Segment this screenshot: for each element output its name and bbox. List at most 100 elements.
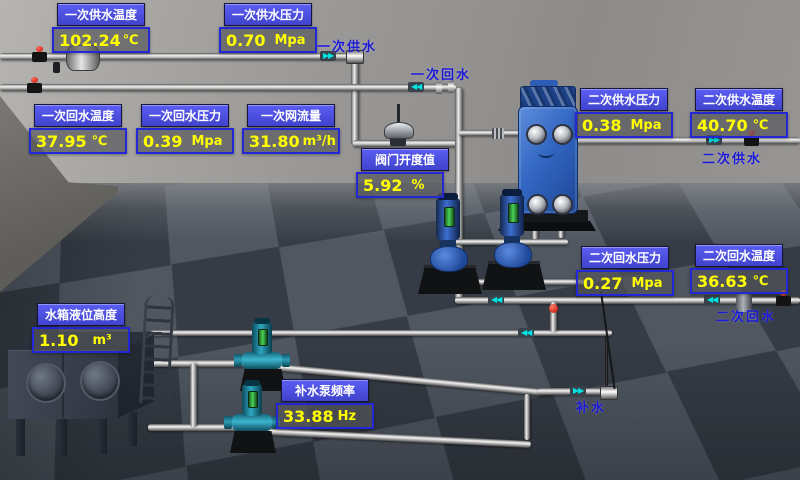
gauge-title: 水箱液位高度 (37, 303, 125, 326)
pump-status-window (508, 203, 519, 223)
hx-mouth-mark (538, 148, 554, 158)
flow-glyph: ◀◀ (491, 296, 501, 304)
gauge-unit: Mpa (274, 33, 305, 48)
gauge-title: 一次供水压力 (224, 3, 312, 26)
pipe-control-valve-run (353, 140, 461, 147)
flow-arrow-left-icon: ◀◀ (488, 295, 504, 305)
tank-leg (128, 412, 137, 446)
pump-status-window (258, 329, 268, 346)
gauge-value: 33.88Hz (276, 403, 374, 429)
gauge-unit: ℃ (753, 118, 769, 133)
gauge-value: 0.70Mpa (219, 27, 317, 53)
hand-valve-secondary-return[interactable] (776, 296, 791, 306)
gauge-number: 0.39 (143, 132, 182, 151)
gauge-unit: ℃ (92, 134, 108, 149)
gauge-secondary-return-temp: 二次回水温度 36.63℃ (690, 244, 788, 294)
gauge-number: 0.38 (582, 116, 621, 135)
gauge-title: 二次回水温度 (695, 244, 783, 267)
gauge-number: 36.63 (697, 272, 748, 291)
gauge-secondary-supply-temp: 二次供水温度 40.70 ℃ (690, 88, 788, 138)
pipe-label-makeup-water: 补水 (576, 397, 606, 416)
pump-cap (244, 380, 260, 386)
gauge-number: 0.27 (583, 274, 622, 293)
pump-flange-left (234, 354, 242, 367)
gauge-value: 31.80m³/h (242, 128, 340, 154)
gauge-title: 二次回水压力 (581, 246, 669, 269)
gauge-value: 40.70 ℃ (690, 112, 788, 138)
hand-valve-primary-supply[interactable] (32, 52, 47, 62)
gauge-title: 一次网流量 (247, 104, 335, 127)
gauge-title: 二次供水温度 (695, 88, 783, 111)
gauge-value: 36.63℃ (690, 268, 788, 294)
gauge-title: 二次供水压力 (580, 88, 668, 111)
control-valve-actuator[interactable] (384, 122, 414, 139)
gauge-primary-supply-temp: 一次供水温度 102.24℃ (52, 3, 150, 53)
flow-arrow-left-icon: ◀◀ (518, 328, 534, 338)
flow-arrow-left-icon: ◀◀ (408, 82, 424, 92)
gauge-number: 1.10 (39, 331, 78, 350)
gauge-unit: Mpa (191, 134, 222, 149)
gauge-primary-return-temp: 一次回水温度 37.95℃ (29, 104, 127, 154)
gauge-value: 37.95 ℃ (29, 128, 127, 154)
gauge-makeup-pump-frequency: 补水泵频率 33.88Hz (276, 379, 374, 429)
gauge-primary-return-pressure: 一次回水压力 0.39 Mpa (136, 104, 234, 154)
gauge-number: 5.92 (363, 176, 402, 195)
pipe-secondary-supply (566, 137, 800, 144)
pipe-primary-supply (0, 53, 353, 60)
pipe-label-primary-return: 一次回水 (411, 64, 471, 83)
pump-neck (440, 240, 456, 247)
pump-cap (502, 189, 522, 196)
gauge-value: 102.24℃ (52, 27, 150, 53)
gauge-number: 40.70 (697, 116, 748, 135)
pump-flange-left (224, 416, 232, 429)
pipe-primary-return (0, 84, 456, 91)
gauge-title: 补水泵频率 (281, 379, 369, 402)
gauge-value: 0.39 Mpa (136, 128, 234, 154)
gauge-unit: m³ (92, 333, 111, 348)
gauge-primary-network-flow: 一次网流量 31.80m³/h (242, 104, 340, 154)
small-instrument (53, 62, 60, 73)
gauge-number: 37.95 (36, 132, 87, 151)
hx-port-top-left (526, 124, 547, 145)
pump-base (230, 431, 276, 453)
injection-valve[interactable] (549, 304, 558, 313)
tank-ladder (139, 295, 175, 404)
pump-status-window (444, 207, 455, 227)
pipe-hx-inlet (459, 130, 523, 136)
gauge-title: 阀门开度值 (361, 148, 449, 171)
pump-status-window (248, 391, 258, 408)
gauge-primary-supply-pressure: 一次供水压力 0.70Mpa (219, 3, 317, 53)
gauge-secondary-supply-pressure: 二次供水压力 0.38 Mpa (575, 88, 673, 138)
gauge-title: 一次回水压力 (141, 104, 229, 127)
gauge-value: 0.27 Mpa (576, 270, 674, 296)
circulation-pump-1[interactable] (418, 198, 482, 294)
gauge-number: 102.24 (59, 31, 121, 50)
tank-manhole-right (80, 361, 120, 401)
flange-primary-return (436, 82, 442, 94)
gauge-value: 5.92% (356, 172, 444, 198)
gauge-unit: Mpa (631, 276, 662, 291)
flow-glyph: ◀◀ (521, 329, 531, 337)
tank-leg (58, 418, 67, 456)
gauge-unit: Mpa (630, 118, 661, 133)
gauge-number: 31.80 (249, 132, 300, 151)
gauge-valve-opening: 阀门开度值 5.92% (356, 148, 454, 198)
expansion-joint (492, 128, 504, 139)
pipe-label-secondary-return: 二次回水 (716, 306, 776, 325)
pump-volute (494, 242, 532, 268)
pump-volute (242, 352, 282, 369)
pipe-tank-fill (150, 330, 612, 336)
pipe-label-primary-supply: 一次供水 (317, 36, 377, 55)
hx-port-top-right (552, 124, 573, 145)
makeup-pump-2[interactable] (226, 384, 278, 458)
pump-flange-right (282, 354, 290, 367)
pump-neck (504, 236, 520, 243)
pump-volute (232, 414, 272, 431)
pipe-primary-supply-riser (351, 57, 359, 145)
gauge-value: 0.38 Mpa (575, 112, 673, 138)
flow-arrow-right-icon: ▶▶ (570, 386, 586, 396)
hand-valve-primary-return[interactable] (27, 83, 42, 93)
gauge-title: 一次供水温度 (57, 3, 145, 26)
tank-manhole-left (26, 363, 66, 403)
gauge-unit: ℃ (123, 33, 139, 48)
